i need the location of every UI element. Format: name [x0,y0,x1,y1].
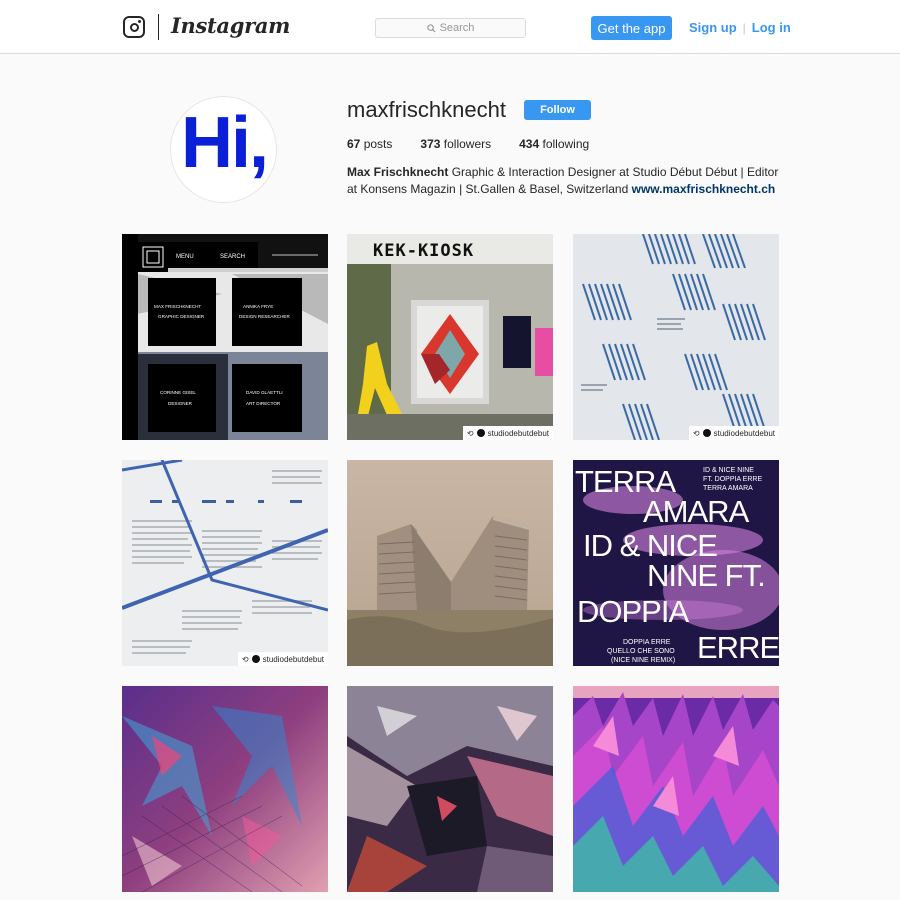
top-nav-bar: Instagram Search Get the app Sign up | L… [0,0,900,54]
post-thumbnail[interactable]: KEK-KIOSK ⟲ studiodebutdebut [347,234,553,440]
post-image-glitch-purple [122,686,328,892]
card-role: DESIGN RESEARCHER [239,314,290,319]
post-thumbnail[interactable] [573,686,779,892]
card-role: GRAPHIC DESIGNER [158,314,205,319]
profile-stats: 67 posts 373 followers 434 following [347,137,617,151]
poster-line: AMARA [643,494,750,529]
repost-avatar-icon [702,429,711,437]
repost-avatar-icon [476,429,485,437]
search-input[interactable]: Search [375,18,526,38]
poster-small-text: FT. DOPPIA ERRE [703,476,762,483]
following-count: 434 [519,137,540,151]
repost-icon: ⟲ [692,428,700,438]
follow-button[interactable]: Follow [524,100,591,120]
poster-line: DOPPIA [577,594,689,629]
poster-small-text: ID & NICE NINE [703,467,754,474]
followers-stat[interactable]: 373 followers [420,137,491,151]
post-image-kiosk: KEK-KIOSK [347,234,553,440]
repost-username: studiodebutdebut [487,428,549,438]
post-image-buildings [347,460,553,666]
search-label: SEARCH [220,254,245,260]
post-image-music-poster: TERRA AMARA ID & NICE NINE FT. DOPPIA ER… [573,460,779,666]
post-image-newspaper [122,460,328,666]
post-image-prints [573,234,779,440]
search-placeholder: Search [439,22,475,34]
post-thumbnail[interactable]: MENU SEARCH MAX FRISCHKNECHT GRAPHIC DES… [122,234,328,440]
repost-username: studiodebutdebut [713,428,775,438]
card-role: DESIGNER [168,401,193,406]
followers-label: followers [443,137,492,151]
sign-up-link[interactable]: Sign up [689,20,737,35]
post-thumbnail[interactable]: ⟲ studiodebutdebut [573,234,779,440]
card-name: DAVID GLAETTLI [246,390,283,395]
auth-links: Sign up | Log in [689,20,791,35]
logo-divider [158,14,159,40]
kiosk-sign-text: KEK-KIOSK [373,241,474,261]
poster-small-text: QUELLO CHE SONO [607,648,675,655]
repost-username: studiodebutdebut [262,654,324,664]
post-thumbnail[interactable] [347,460,553,666]
card-name: CORINNE GISEL [160,390,196,395]
repost-badge: ⟲ studiodebutdebut [688,426,779,440]
camera-dot-shape [137,20,141,23]
poster-small-text: (NICE NINE REMIX) [611,657,675,664]
following-label: following [542,137,590,151]
followers-count: 373 [420,137,441,151]
search-icon [426,23,436,33]
poster-small-text: TERRA AMARA [703,485,753,492]
posts-count: 67 [347,137,361,151]
log-in-link[interactable]: Log in [752,20,791,35]
post-thumbnail[interactable]: ⟲ studiodebutdebut [122,460,328,666]
post-thumbnail[interactable] [122,686,328,892]
post-thumbnail[interactable]: TERRA AMARA ID & NICE NINE FT. DOPPIA ER… [573,460,779,666]
post-image-glitch-dark [347,686,553,892]
card-name: MAX FRISCHKNECHT [154,304,201,309]
poster-line: NINE FT. [647,558,765,593]
repost-icon: ⟲ [241,654,249,664]
post-image-spikes [573,686,779,892]
avatar-text: Hi, [181,103,269,183]
post-thumbnail[interactable] [347,686,553,892]
poster-line: ERRE [697,630,779,665]
repost-badge: ⟲ studiodebutdebut [462,426,553,440]
profile-avatar[interactable]: Hi, [170,96,277,203]
post-image-website: MENU SEARCH MAX FRISCHKNECHT GRAPHIC DES… [122,234,328,440]
profile-username: maxfrischknecht [347,97,506,122]
posts-stat: 67 posts [347,137,392,151]
menu-label: MENU [176,254,194,260]
instagram-wordmark[interactable]: Instagram [171,13,290,38]
camera-lens-shape [129,22,139,32]
following-stat[interactable]: 434 following [519,137,589,151]
auth-separator: | [742,20,746,35]
profile-full-name: Max Frischknecht [347,165,449,179]
get-the-app-button[interactable]: Get the app [591,16,672,40]
website-link[interactable]: www.maxfrischknecht.ch [632,182,776,196]
card-name: ANNIKA FRYE [243,304,273,309]
instagram-camera-icon[interactable] [123,16,145,38]
profile-bio: Max Frischknecht Graphic & Interaction D… [347,164,787,198]
posts-label: posts [363,137,393,151]
card-role: ART DIRECTOR [246,401,281,406]
repost-avatar-icon [251,655,260,663]
repost-icon: ⟲ [466,428,474,438]
repost-badge: ⟲ studiodebutdebut [237,652,328,666]
poster-small-text: DOPPIA ERRE [623,639,671,646]
